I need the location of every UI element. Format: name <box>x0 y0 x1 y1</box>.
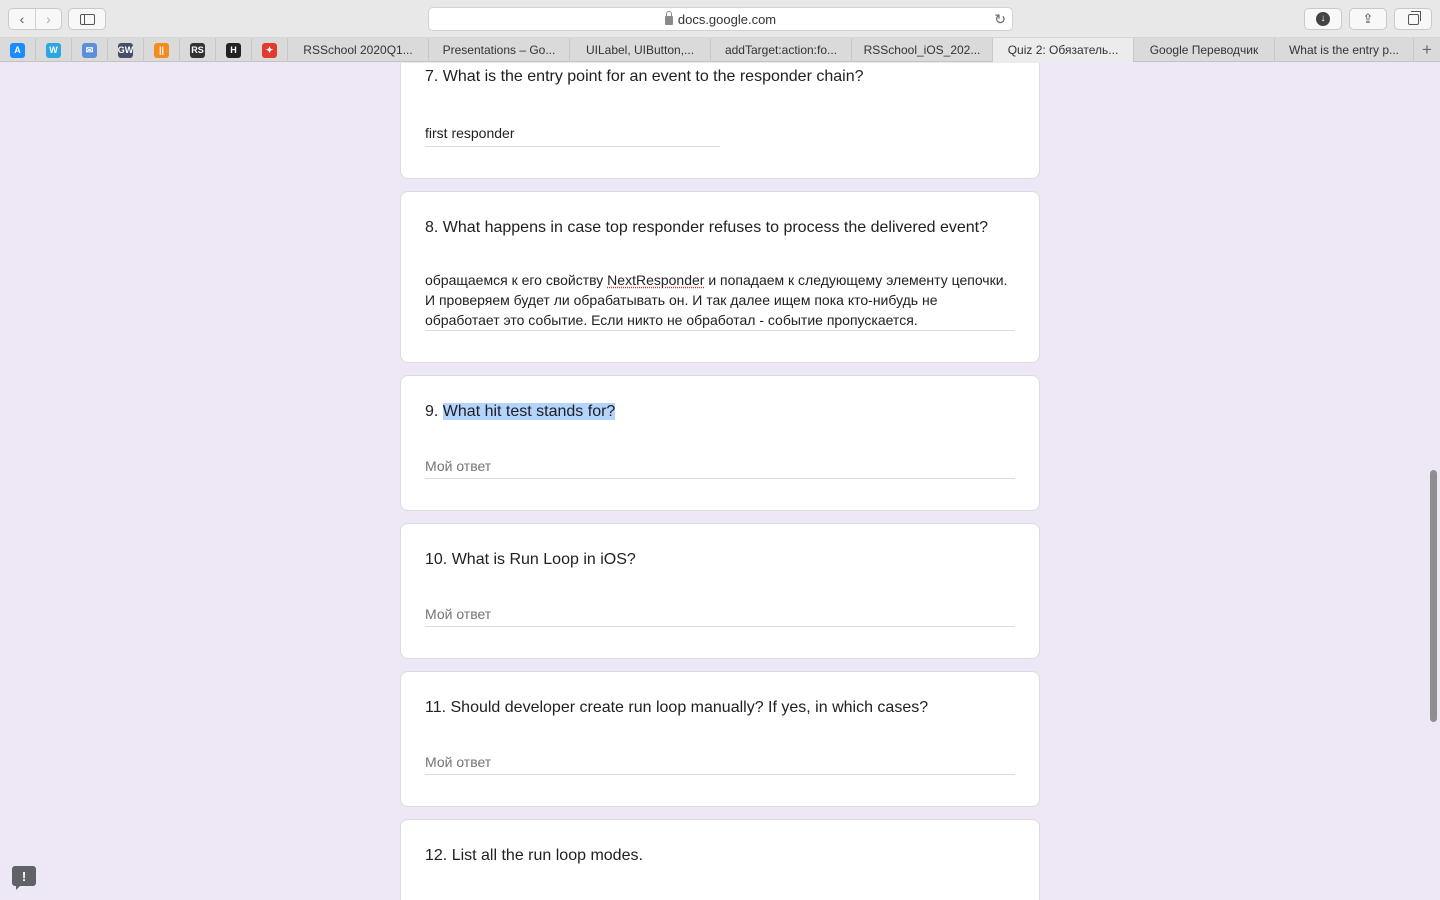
answer-input[interactable]: Мой ответ <box>425 754 491 770</box>
report-issue-button[interactable]: ! <box>12 866 36 890</box>
question-title: 7. What is the entry point for an event … <box>425 68 864 85</box>
answer-underline <box>425 478 1015 479</box>
browser-tab[interactable]: What is the entry p... <box>1275 38 1414 62</box>
answer-underline <box>425 330 1015 331</box>
tab-label: Quiz 2: Обязатель... <box>1007 43 1119 57</box>
page-scrollbar[interactable] <box>1430 470 1437 722</box>
question-title: 8. What happens in case top responder re… <box>425 219 989 236</box>
answer-field[interactable]: first responder <box>425 125 514 141</box>
answer-input[interactable]: Мой ответ <box>425 606 491 622</box>
app-store-icon: A <box>10 42 25 58</box>
answer-field[interactable]: обращаемся к его свойству NextResponder … <box>425 270 1015 330</box>
back-button[interactable]: ‹ <box>9 9 35 29</box>
exclamation-icon: ! <box>21 868 27 884</box>
tab-label: addTarget:action:fo... <box>724 43 838 57</box>
question-card-10: 10. What is Run Loop in iOS? Мой ответ <box>400 523 1040 659</box>
plus-icon: + <box>1422 40 1432 59</box>
tab-label: Presentations – Go... <box>442 43 556 57</box>
new-tab-button[interactable]: + <box>1414 38 1440 62</box>
pinned-tab[interactable]: ✦ <box>252 38 288 62</box>
pinned-tab[interactable]: A <box>0 38 36 62</box>
reload-icon[interactable]: ↻ <box>994 11 1006 28</box>
browser-tab[interactable]: addTarget:action:fo... <box>711 38 852 62</box>
tabs-overview-icon <box>1407 10 1421 25</box>
browser-tab[interactable]: Quiz 2: Обязатель... <box>993 38 1134 62</box>
selected-text: What hit test stands for? <box>442 403 616 420</box>
pinned-tab[interactable]: H <box>216 38 252 62</box>
show-tabs-button[interactable] <box>1394 8 1432 30</box>
question-card-9: 9. What hit test stands for? Мой ответ <box>400 375 1040 511</box>
downloads-button[interactable]: ↓ <box>1304 8 1342 30</box>
url-host: docs.google.com <box>677 11 777 27</box>
tab-bar: A W ✉ GW || RS H ✦ RSSchool 2020Q1... Presentati… <box>0 38 1440 62</box>
pinned-tab[interactable]: ✉ <box>72 38 108 62</box>
answer-input[interactable]: Мой ответ <box>425 458 491 474</box>
address-bar[interactable]: docs.google.com ↻ <box>428 7 1013 31</box>
pinned-tab[interactable]: RS <box>180 38 216 62</box>
answer-underline <box>425 146 720 147</box>
chevron-left-icon: ‹ <box>19 11 25 27</box>
sidebar-toggle-button[interactable] <box>68 8 106 30</box>
w-logo-icon: W <box>46 42 61 58</box>
question-title: 10. What is Run Loop in iOS? <box>425 551 636 568</box>
browser-tab[interactable]: UILabel, UIButton,... <box>570 38 711 62</box>
answer-text-start: обращаемся к его свойству <box>425 272 608 288</box>
question-card-12: 12. List all the run loop modes. <box>400 819 1040 900</box>
pinned-tab[interactable]: GW <box>108 38 144 62</box>
question-number: 9. <box>425 403 443 420</box>
mail-icon: ✉ <box>82 42 97 58</box>
browser-tab[interactable]: Google Переводчик <box>1134 38 1275 62</box>
tab-label: RSSchool_iOS_202... <box>863 43 981 57</box>
download-icon: ↓ <box>1316 12 1330 26</box>
question-card-7: 7. What is the entry point for an event … <box>400 63 1040 179</box>
tab-label: Google Переводчик <box>1149 43 1259 57</box>
browser-toolbar: ‹ › docs.google.com ↻ ↓ ⇪ <box>0 0 1440 38</box>
bars-icon: || <box>154 42 169 58</box>
form-page: 7. What is the entry point for an event … <box>0 63 1440 900</box>
habr-icon: H <box>226 42 241 58</box>
answer-underline <box>425 626 1015 627</box>
navigation-buttons: ‹ › <box>8 8 62 30</box>
pinned-tab[interactable]: W <box>36 38 72 62</box>
lock-icon <box>664 10 673 25</box>
question-card-8: 8. What happens in case top responder re… <box>400 191 1040 363</box>
tab-label: RSSchool 2020Q1... <box>303 43 413 57</box>
question-title: 9. What hit test stands for? <box>425 403 616 421</box>
rs-icon: RS <box>190 42 205 58</box>
share-button[interactable]: ⇪ <box>1349 8 1387 30</box>
red-cat-icon: ✦ <box>262 42 277 58</box>
browser-tab[interactable]: RSSchool 2020Q1... <box>288 38 429 62</box>
pinned-tab[interactable]: || <box>144 38 180 62</box>
tab-label: What is the entry p... <box>1288 43 1400 57</box>
chevron-right-icon: › <box>46 11 51 27</box>
question-card-11: 11. Should developer create run loop man… <box>400 671 1040 807</box>
forward-button[interactable]: › <box>35 9 61 29</box>
browser-tab[interactable]: RSSchool_iOS_202... <box>852 38 993 62</box>
question-title: 12. List all the run loop modes. <box>425 847 643 864</box>
question-title: 11. Should developer create run loop man… <box>425 699 929 716</box>
sidebar-icon <box>79 13 95 25</box>
tab-label: UILabel, UIButton,... <box>585 43 695 57</box>
misspelled-word: NextResponder <box>607 272 705 288</box>
browser-tab[interactable]: Presentations – Go... <box>429 38 570 62</box>
gw-icon: GW <box>118 42 133 58</box>
share-icon: ⇪ <box>1362 11 1374 26</box>
answer-underline <box>425 774 1015 775</box>
